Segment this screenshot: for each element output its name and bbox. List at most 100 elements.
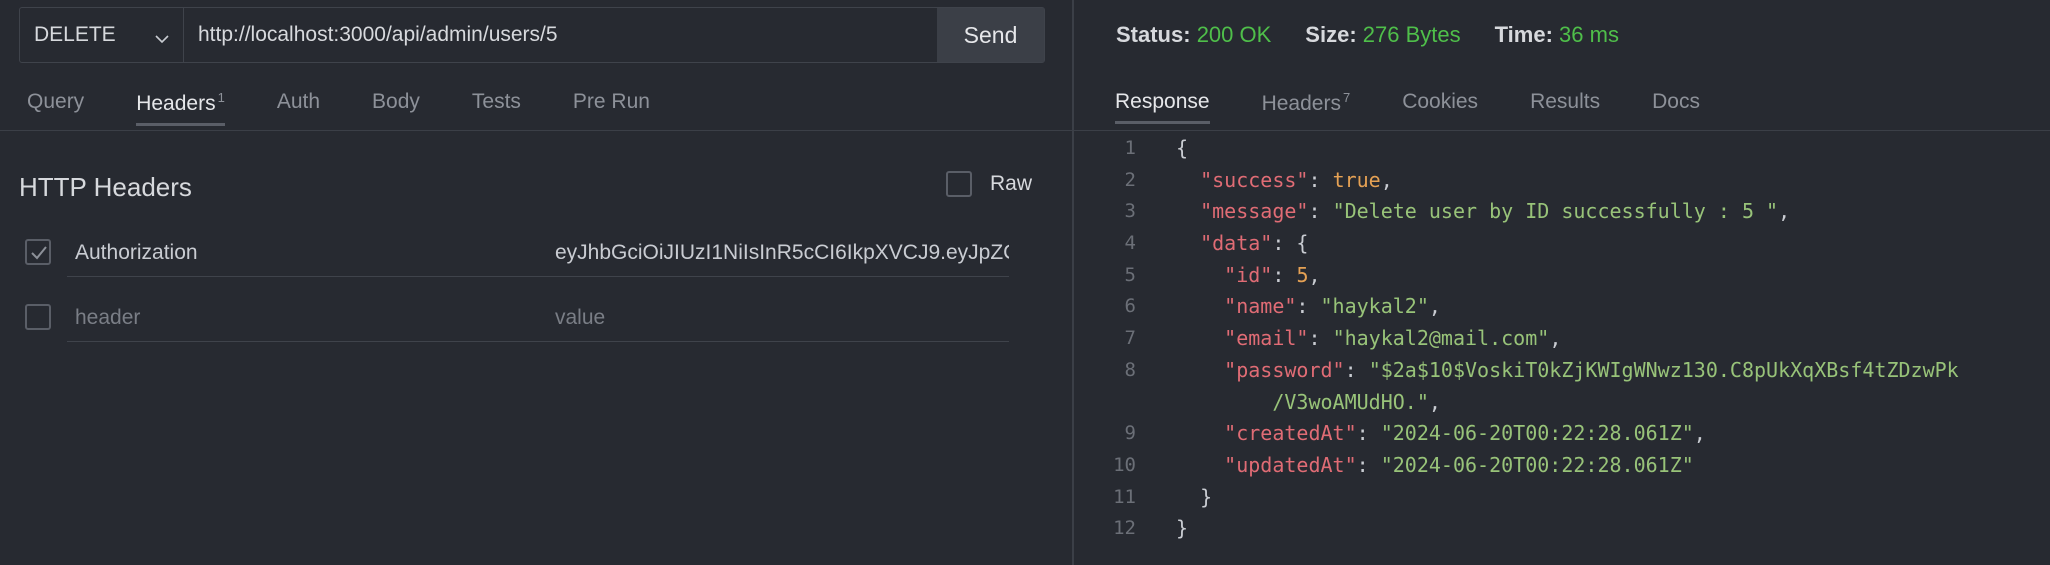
line-number: 11 (1113, 485, 1136, 508)
response-tab-results[interactable]: Results (1530, 90, 1600, 124)
token-punc: , (1428, 294, 1441, 319)
tab-label: Headers (136, 92, 216, 115)
line-number: 7 (1124, 327, 1136, 350)
code-line: 2 "success": true, (1106, 165, 2046, 197)
code-line: 3 "message": "Delete user by ID successf… (1106, 196, 2046, 228)
code-line: 10 "updatedAt": "2024-06-20T00:22:28.061… (1106, 450, 2046, 482)
tab-label: Tests (471, 90, 521, 113)
chevron-down-icon (155, 28, 169, 44)
tab-auth[interactable]: Auth (277, 90, 320, 124)
token-str: "haykal2@mail.com" (1332, 326, 1550, 351)
size-label: Size: (1305, 22, 1357, 47)
token-punc: , (1778, 199, 1791, 224)
size-value: 276 Bytes (1362, 22, 1461, 47)
response-tabs-divider (1074, 130, 2050, 131)
header-value-input[interactable]: value (547, 292, 1009, 342)
tab-count-badge: 1 (217, 90, 225, 105)
response-tab-response[interactable]: Response (1115, 90, 1210, 124)
line-number: 9 (1124, 422, 1136, 445)
time-value: 36 ms (1559, 22, 1619, 47)
token-punc (1176, 294, 1224, 318)
token-punc: , (1428, 389, 1441, 414)
code-text: } (1176, 513, 1188, 545)
tab-label: Docs (1652, 90, 1700, 113)
code-text: } (1176, 482, 1212, 514)
code-line: 9 "createdAt": "2024-06-20T00:22:28.061Z… (1106, 418, 2046, 450)
code-line: 8 "password": "$2a$10$VoskiT0kZjKWIgWNwz… (1106, 355, 2046, 418)
token-key: "password" (1224, 357, 1345, 382)
token-key: "id" (1224, 262, 1273, 287)
size-item: Size: 276 Bytes (1305, 22, 1460, 48)
line-number: 6 (1124, 295, 1136, 318)
code-text: { (1176, 133, 1188, 165)
token-punc: : (1308, 199, 1333, 224)
token-key: "success" (1200, 167, 1309, 192)
response-body-viewer[interactable]: 1{2 "success": true, 3 "message": "Delete… (1106, 133, 2046, 545)
token-key: "updatedAt" (1224, 452, 1357, 477)
status-value: 200 OK (1196, 22, 1272, 47)
token-punc: , (1549, 326, 1562, 351)
code-text: "email": "haykal2@mail.com", (1176, 323, 1561, 355)
tab-label: Auth (276, 90, 321, 113)
code-text: "success": true, (1176, 165, 1393, 197)
tab-body[interactable]: Body (372, 90, 420, 124)
header-value-field[interactable]: eyJhbGciOiJIUzI1NiIsInR5cCI6IkpXVCJ9.eyJ… (547, 227, 1009, 277)
time-item: Time: 36 ms (1495, 22, 1619, 48)
method-select[interactable]: DELETE (20, 8, 184, 62)
time-label: Time: (1494, 22, 1553, 47)
tab-label: Headers (1261, 92, 1341, 115)
token-punc: , (1380, 167, 1393, 192)
token-punc (1176, 263, 1224, 287)
response-status-bar: Status: 200 OK Size: 276 Bytes Time: 36 … (1116, 22, 1653, 48)
send-button[interactable]: Send (937, 8, 1044, 62)
line-number: 5 (1124, 263, 1136, 286)
tab-label: Pre Run (572, 90, 650, 113)
token-punc: , (1308, 262, 1321, 287)
tab-tests[interactable]: Tests (472, 90, 521, 124)
tab-label: Body (372, 90, 420, 113)
token-punc: } (1176, 484, 1213, 509)
http-headers-title: HTTP Headers (19, 172, 192, 202)
header-row: Authorization eyJhbGciOiJIUzI1NiIsInR5cC… (25, 227, 1009, 277)
raw-toggle[interactable]: Raw (946, 171, 1032, 197)
response-tab-headers[interactable]: Headers 7 (1262, 90, 1351, 126)
code-line: 1{ (1106, 133, 2046, 165)
response-tab-docs[interactable]: Docs (1652, 90, 1700, 124)
header-enabled-checkbox[interactable] (25, 239, 51, 265)
tab-count-badge: 7 (1342, 90, 1351, 105)
request-bar: DELETE Send (19, 7, 1045, 63)
tab-label: Response (1115, 90, 1210, 113)
tab-headers[interactable]: Headers 1 (136, 90, 225, 126)
request-tabs-divider (0, 130, 1072, 131)
header-key-input[interactable]: header (67, 292, 553, 342)
line-number: 4 (1124, 232, 1136, 255)
token-str: "2024-06-20T00:22:28.061Z" (1380, 421, 1694, 446)
url-input[interactable] (184, 8, 937, 62)
response-tab-cookies[interactable]: Cookies (1402, 90, 1478, 124)
line-number: 10 (1113, 453, 1136, 476)
checkmark-icon (31, 246, 47, 260)
line-number: 8 (1124, 358, 1136, 381)
token-punc: : (1356, 452, 1381, 477)
line-number: 2 (1124, 168, 1136, 191)
header-enabled-checkbox[interactable] (25, 304, 51, 330)
raw-checkbox[interactable] (946, 171, 972, 197)
token-punc: : { (1272, 231, 1309, 256)
tab-label: Query (27, 90, 85, 113)
code-line: 12} (1106, 513, 2046, 545)
token-punc: : (1308, 167, 1333, 192)
token-punc (1176, 326, 1224, 350)
token-str: "2024-06-20T00:22:28.061Z" (1380, 452, 1694, 477)
status-item: Status: 200 OK (1116, 22, 1271, 48)
header-key-field[interactable]: Authorization (67, 227, 553, 277)
status-label: Status: (1116, 22, 1191, 47)
line-number: 12 (1113, 517, 1136, 540)
token-punc: : (1308, 326, 1333, 351)
tab-label: Results (1530, 90, 1601, 113)
response-tabs: Response Headers 7 Cookies Results Docs (1115, 90, 1752, 126)
tab-pre-run[interactable]: Pre Run (573, 90, 650, 124)
token-str: "Delete user by ID successfully : 5 " (1332, 199, 1779, 224)
tab-query[interactable]: Query (27, 90, 84, 124)
token-key: "email" (1224, 326, 1309, 351)
code-text: "data": { (1176, 228, 1308, 260)
